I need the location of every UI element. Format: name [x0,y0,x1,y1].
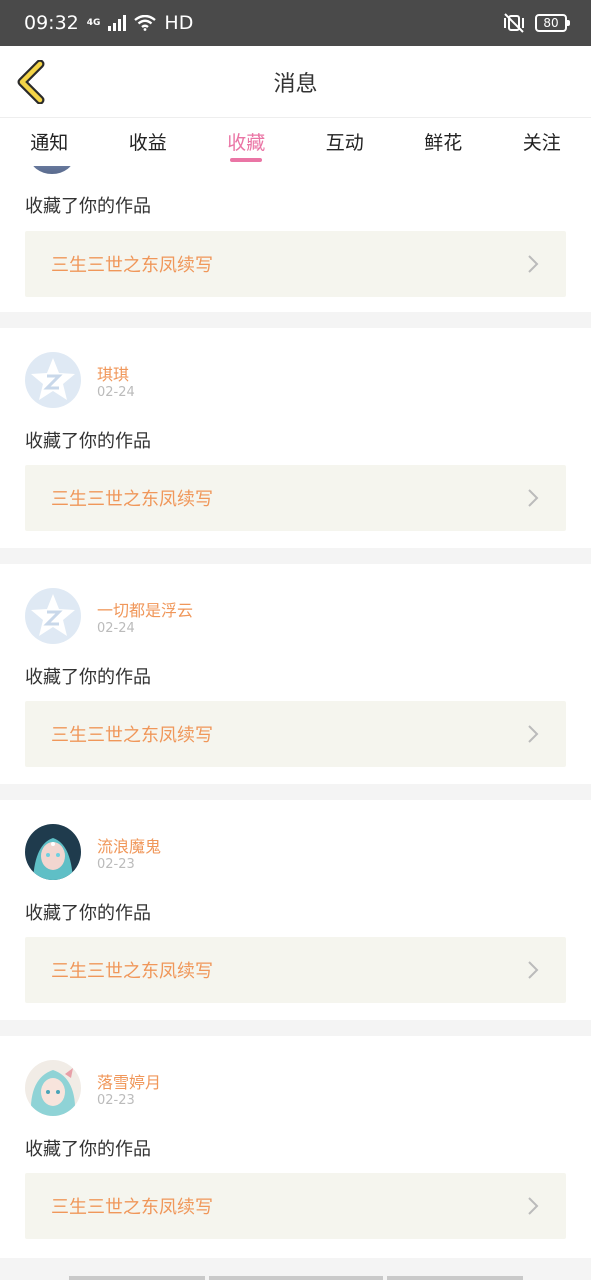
avatar[interactable] [25,1060,81,1116]
avatar[interactable] [30,166,74,174]
username[interactable]: 一切都是浮云 [97,597,193,621]
work-title: 三生三世之东凤续写 [51,725,213,746]
timestamp: 02-23 [97,857,135,872]
tab-bar: 通知 收益 收藏 互动 鲜花 关注 [0,118,591,166]
work-link[interactable]: 三生三世之东凤续写 [25,1173,566,1239]
favorites-feed: 收藏了你的作品 三生三世之东凤续写 琪琪 02-24 收藏了你的作品 三生三世之… [0,166,591,1258]
avatar[interactable] [25,824,81,880]
tab-favorites[interactable]: 收藏 [197,118,296,166]
battery-icon: 80 [535,14,570,32]
back-icon[interactable] [14,60,50,104]
timestamp: 02-23 [97,1093,135,1108]
chevron-right-icon [528,725,539,743]
page-title: 消息 [273,71,318,97]
vibrate-mute-icon [504,13,524,33]
tab-following[interactable]: 关注 [493,118,591,166]
signal-icon [108,15,127,31]
chevron-right-icon [528,1197,539,1215]
status-time: 09:32 [24,12,79,34]
action-text: 收藏了你的作品 [25,667,151,688]
action-text: 收藏了你的作品 [25,431,151,452]
tab-notifications[interactable]: 通知 [0,118,99,166]
tab-earnings[interactable]: 收益 [99,118,198,166]
default-avatar-icon[interactable] [25,352,81,408]
work-title: 三生三世之东凤续写 [51,1197,213,1218]
list-item: 收藏了你的作品 三生三世之东凤续写 [0,166,591,312]
hd-indicator: HD [164,12,194,34]
list-item: 一切都是浮云 02-24 收藏了你的作品 三生三世之东凤续写 [0,564,591,784]
nav-bar: 消息 [0,46,591,118]
default-avatar-icon[interactable] [25,588,81,644]
work-link[interactable]: 三生三世之东凤续写 [25,465,566,531]
list-item: 琪琪 02-24 收藏了你的作品 三生三世之东凤续写 [0,328,591,548]
home-indicator [0,1276,591,1280]
username[interactable]: 流浪魔鬼 [97,833,161,857]
chevron-right-icon [528,489,539,507]
chevron-right-icon [528,961,539,979]
tab-interactions[interactable]: 互动 [296,118,395,166]
action-text: 收藏了你的作品 [25,196,151,217]
action-text: 收藏了你的作品 [25,1139,151,1160]
username[interactable]: 落雪婷月 [97,1069,161,1093]
work-link[interactable]: 三生三世之东凤续写 [25,701,566,767]
timestamp: 02-24 [97,385,135,400]
network-type: 4G [86,17,101,28]
list-item: 流浪魔鬼 02-23 收藏了你的作品 三生三世之东凤续写 [0,800,591,1020]
tab-flowers[interactable]: 鲜花 [394,118,493,166]
work-title: 三生三世之东凤续写 [51,255,213,276]
username[interactable]: 琪琪 [97,361,129,385]
timestamp: 02-24 [97,621,135,636]
status-bar: 09:32 4G HD 80 [0,0,591,46]
work-title: 三生三世之东凤续写 [51,961,213,982]
work-title: 三生三世之东凤续写 [51,489,213,510]
chevron-right-icon [528,255,539,273]
work-link[interactable]: 三生三世之东凤续写 [25,937,566,1003]
work-link[interactable]: 三生三世之东凤续写 [25,231,566,297]
list-item: 落雪婷月 02-23 收藏了你的作品 三生三世之东凤续写 [0,1036,591,1258]
wifi-icon [134,15,157,31]
action-text: 收藏了你的作品 [25,903,151,924]
